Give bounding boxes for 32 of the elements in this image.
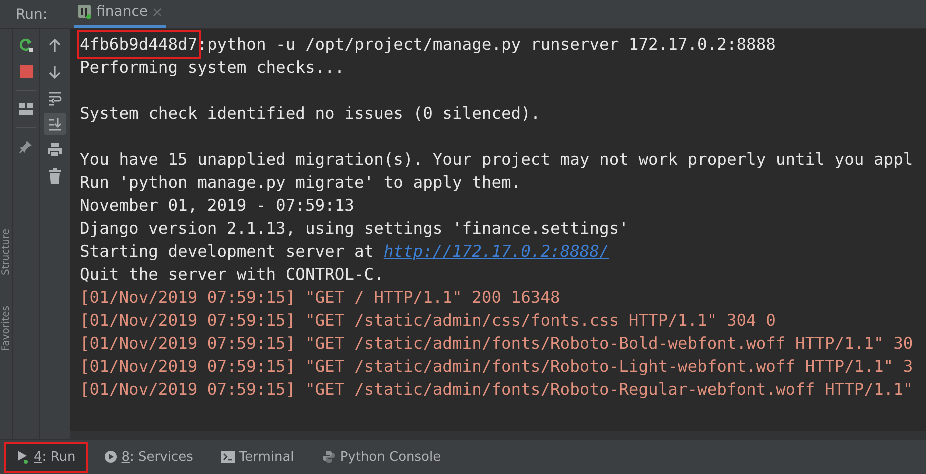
terminal-icon [221,450,236,464]
pin-icon[interactable] [19,140,33,154]
play-circle-icon [104,450,118,464]
console-line: Starting development server at [80,241,376,263]
request-log-line: [01/Nov/2019 07:59:15] "GET /static/admin/fonts/Roboto-Light-webfont.woff HTTP/1.1" 3 [80,356,914,378]
request-log-line: [01/Nov/2019 07:59:15] "GET / HTTP/1.1" 200 16348 [80,287,560,309]
python-icon [322,450,336,464]
tool-window-tab[interactable]: Python Console [312,444,452,470]
console-line: System check identified no issues (0 silenced). [80,103,541,125]
console-line: Performing system checks... [80,57,345,79]
request-log-line: [01/Nov/2019 07:59:15] "GET /static/admin/fonts/Roboto-Bold-webfont.woff HTTP/1.1" 30 [80,333,914,355]
tool-window-tab[interactable]: 4: Run [6,444,86,470]
console-line: November 01, 2019 - 07:59:13 [80,195,354,217]
request-log-line: [01/Nov/2019 07:59:15] "GET /static/admin/css/fonts.css HTTP/1.1" 304 0 [80,310,776,332]
tool-window-tab[interactable]: Terminal [211,444,304,470]
server-link[interactable]: http://172.17.0.2:8888/ [384,240,610,263]
play-icon [16,450,30,464]
console-line: Quit the server with CONTROL-C. [80,264,384,286]
tool-window-tab[interactable]: 8: Services [94,444,204,470]
stop-icon[interactable] [20,65,32,78]
console-line: Run 'python manage.py migrate' to apply them. [80,172,522,194]
console-line: :python -u /opt/project/manage.py runserver 172.17.0.2:8888 [198,34,776,56]
run-label: Run: [16,7,48,25]
side-tool-tab[interactable]: Structure [0,229,12,276]
container-id: 4fb6b9d448d7 [80,33,198,56]
side-tool-tab[interactable]: Favorites [0,306,12,351]
rerun-icon[interactable] [18,37,34,53]
layout-icon[interactable] [19,103,33,115]
scroll-to-end-icon[interactable] [44,113,66,135]
console-line: Django version 2.1.13, using settings 'finance.settings' [80,218,629,240]
console-line: You have 15 unapplied migration(s). Your project may not work properly until you appl [80,149,914,171]
request-log-line: [01/Nov/2019 07:59:15] "GET /static/admin/fonts/Roboto-Regular-webfont.woff HTTP/1.1" [80,379,914,401]
